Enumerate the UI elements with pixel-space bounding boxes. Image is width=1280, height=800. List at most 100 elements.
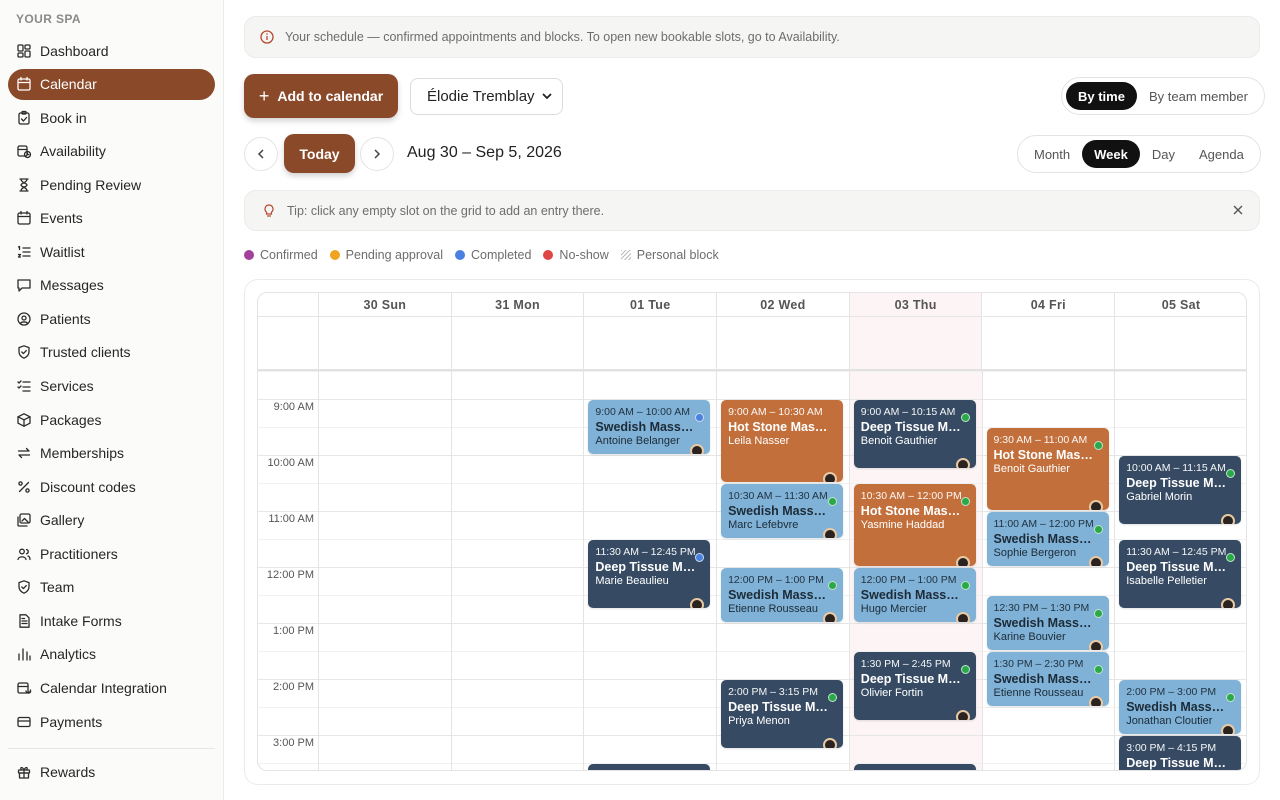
practitioner-avatar xyxy=(1221,724,1236,734)
appointment-service: Swedish Massage xyxy=(728,504,829,518)
sidebar: YOUR SPA Dashboard Calendar Book in Availab… xyxy=(0,0,224,800)
appointment-block[interactable]: 9:00 AM – 10:30 AM Hot Stone MassageLeila… xyxy=(721,400,844,482)
legend-label: Pending approval xyxy=(345,248,443,262)
sidebar-item-packages[interactable]: Packages xyxy=(8,404,215,435)
sidebar-item-availability[interactable]: Availability xyxy=(8,136,215,167)
practitioner-avatar xyxy=(823,738,838,748)
appointment-block[interactable]: 11:30 AM – 12:45 PM Deep Tissue MassageMa… xyxy=(588,540,711,608)
tab-agenda[interactable]: Agenda xyxy=(1187,140,1256,168)
clipboard-check-icon xyxy=(16,110,32,126)
all-day-cell[interactable] xyxy=(1115,317,1246,369)
appointment-block[interactable]: 9:00 AM – 10:00 AM Swedish Massage Antoine… xyxy=(588,400,711,454)
sidebar-item-team[interactable]: Team xyxy=(8,572,215,603)
appointment-block[interactable]: 9:30 AM – 11:00 AM Hot Stone MassageBenoi… xyxy=(986,428,1109,510)
tab-day[interactable]: Day xyxy=(1140,140,1187,168)
grid-column-line xyxy=(848,371,850,770)
sidebar-item-analytics[interactable]: Analytics xyxy=(8,639,215,670)
all-day-cell[interactable] xyxy=(850,317,983,369)
sidebar-item-label: Team xyxy=(40,579,75,596)
legend-label: Personal block xyxy=(636,248,719,262)
practitioner-select[interactable]: Élodie Tremblay xyxy=(410,78,563,115)
appointment-time: 9:30 AM – 11:00 AM xyxy=(993,434,1088,446)
add-to-calendar-button[interactable]: + Add to calendar xyxy=(244,74,398,118)
sidebar-item-memberships[interactable]: Memberships xyxy=(8,438,215,469)
appointment-block[interactable]: 12:00 PM – 1:00 PM Swedish Massage Hugo Me… xyxy=(853,568,976,622)
sidebar-item-practitioners[interactable]: Practitioners xyxy=(8,538,215,569)
sidebar-item-label: Availability xyxy=(40,143,106,160)
all-day-cell[interactable] xyxy=(717,317,850,369)
practitioner-avatar xyxy=(1221,598,1236,608)
info-icon xyxy=(259,29,275,45)
close-icon[interactable] xyxy=(1231,203,1245,217)
appointment-block[interactable]: 11:00 AM – 12:00 PM Swedish Massage Sophie… xyxy=(986,512,1109,566)
all-day-cell[interactable] xyxy=(319,317,452,369)
appointment-service: Deep Tissue Massage xyxy=(1126,560,1227,574)
sidebar-item-rewards[interactable]: Rewards xyxy=(8,756,215,787)
sidebar-item-messages[interactable]: Messages xyxy=(8,270,215,301)
calendar-sync-icon xyxy=(16,680,32,696)
status-dot xyxy=(1093,441,1103,450)
appointment-block[interactable]: 3:30 PM – 4:45 PM xyxy=(588,764,711,770)
sidebar-item-trusted-clients[interactable]: Trusted clients xyxy=(8,337,215,368)
sidebar-item-events[interactable]: Events xyxy=(8,203,215,234)
tip-banner: Tip: click any empty slot on the grid to… xyxy=(244,190,1260,231)
appointment-block[interactable]: 11:30 AM – 12:45 PM Deep Tissue MassageIs… xyxy=(1119,540,1242,608)
appointment-client: Hugo Mercier xyxy=(860,603,927,615)
tab-by-team-member[interactable]: By team member xyxy=(1137,82,1260,110)
appointment-block[interactable]: 10:00 AM – 11:15 AM Deep Tissue MassageGa… xyxy=(1119,456,1242,524)
today-button[interactable]: Today xyxy=(284,134,355,173)
sidebar-item-payments[interactable]: Payments xyxy=(8,706,215,737)
users-icon xyxy=(16,546,32,562)
appointment-client: Jonathan Cloutier xyxy=(1126,715,1213,727)
sidebar-item-calendar[interactable]: Calendar xyxy=(8,68,215,100)
status-dot xyxy=(960,497,970,506)
sidebar-item-pending-review[interactable]: Pending Review xyxy=(8,169,215,200)
tab-by-time[interactable]: By time xyxy=(1066,82,1137,110)
appointment-time: 9:00 AM – 10:00 AM xyxy=(595,406,690,418)
sidebar-item-calendar-integration[interactable]: Calendar Integration xyxy=(8,672,215,703)
appointment-block[interactable]: 9:00 AM – 10:15 AM Deep Tissue MassageBen… xyxy=(853,400,976,468)
all-day-cell[interactable] xyxy=(452,317,585,369)
sidebar-item-label: Calendar Integration xyxy=(40,679,167,696)
appointment-block[interactable]: 1:30 PM – 2:30 PM Swedish Massage Etienne … xyxy=(986,652,1109,706)
appointment-client: Olivier Fortin xyxy=(860,687,924,699)
appointment-client: Sophie Bergeron xyxy=(993,547,1077,559)
tab-month[interactable]: Month xyxy=(1022,140,1082,168)
sidebar-item-label: Trusted clients xyxy=(40,344,131,361)
previous-week-button[interactable] xyxy=(244,137,278,171)
practitioner-avatar xyxy=(955,556,970,566)
appointment-block[interactable]: 12:30 PM – 1:30 PM Swedish Massage Karine … xyxy=(986,596,1109,650)
tab-week[interactable]: Week xyxy=(1082,140,1140,168)
appointment-time: 1:30 PM – 2:30 PM xyxy=(993,658,1084,670)
sidebar-item-dashboard[interactable]: Dashboard xyxy=(8,35,215,66)
sidebar-item-discount-codes[interactable]: Discount codes xyxy=(8,471,215,502)
appointment-block[interactable]: 3:30 PM – 4:45 PM xyxy=(853,764,976,770)
all-day-cell[interactable] xyxy=(584,317,718,369)
next-week-button[interactable] xyxy=(360,137,394,171)
sidebar-item-patients[interactable]: Patients xyxy=(8,303,215,334)
appointment-block[interactable]: 10:30 AM – 12:00 PM Hot Stone MassageYasm… xyxy=(853,484,976,566)
gift-icon xyxy=(16,764,32,780)
legend-item: Personal block xyxy=(620,248,719,262)
appointment-client: Etienne Rousseau xyxy=(993,687,1084,699)
list-ordered-icon xyxy=(16,244,32,260)
appointment-block[interactable]: 1:30 PM – 2:45 PM Deep Tissue MassageOliv… xyxy=(853,652,976,720)
appointment-block[interactable]: 12:00 PM – 1:00 PM Swedish Massage Etienne… xyxy=(721,568,844,622)
appointment-service: Swedish Massage xyxy=(993,532,1094,546)
grid-column-line xyxy=(450,371,452,770)
hatch-swatch xyxy=(620,250,631,260)
appointment-block[interactable]: 2:00 PM – 3:15 PM Deep Tissue MassagePriy… xyxy=(721,680,844,748)
sidebar-item-label: Discount codes xyxy=(40,478,136,495)
all-day-cell[interactable] xyxy=(983,317,1116,369)
percent-icon xyxy=(16,479,32,495)
sidebar-item-services[interactable]: Services xyxy=(8,371,215,402)
appointment-block[interactable]: 3:00 PM – 4:15 PM Deep Tissue Massage xyxy=(1119,736,1242,770)
sidebar-item-intake-forms[interactable]: Intake Forms xyxy=(8,605,215,636)
appointment-block[interactable]: 10:30 AM – 11:30 AM Swedish Massage Marc L… xyxy=(721,484,844,538)
appointment-block[interactable]: 2:00 PM – 3:00 PM Swedish Massage Jonathan… xyxy=(1119,680,1242,734)
sidebar-item-book-in[interactable]: Book in xyxy=(8,102,215,133)
sidebar-item-gallery[interactable]: Gallery xyxy=(8,505,215,536)
sidebar-item-label: Memberships xyxy=(40,445,125,462)
appointment-client: Yasmine Haddad xyxy=(860,519,945,531)
sidebar-item-waitlist[interactable]: Waitlist xyxy=(8,236,215,267)
